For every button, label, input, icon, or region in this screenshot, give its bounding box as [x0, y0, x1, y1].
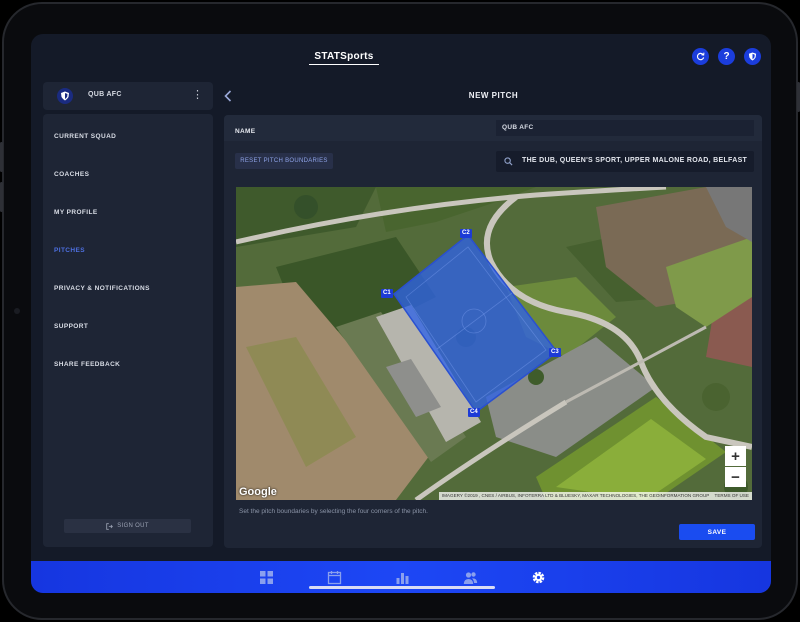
name-row: NAME QUB AFC	[224, 115, 762, 141]
more-vertical-icon[interactable]: ⋮	[192, 88, 203, 102]
sidebar-item-pitches[interactable]: PITCHES	[54, 247, 85, 254]
zoom-in-button[interactable]: +	[725, 446, 746, 466]
sidebar-item-coaches[interactable]: COACHES	[54, 171, 89, 178]
club-selector[interactable]: QUB AFC ⋮	[43, 82, 213, 110]
terms-of-use-link[interactable]: TERMS OF USE	[715, 493, 749, 498]
app-screen: STATSports ? QUB AFC ⋮ CURRENT SQUAD COA…	[31, 34, 771, 593]
help-icon[interactable]: ?	[718, 48, 735, 65]
corner-marker-c2[interactable]: C2	[460, 229, 472, 238]
new-pitch-panel: NAME QUB AFC RESET PITCH BOUNDARIES THE …	[224, 115, 762, 548]
refresh-icon[interactable]	[692, 48, 709, 65]
corner-marker-c1[interactable]: C1	[381, 289, 393, 298]
satellite-map[interactable]: C1 C2 C3 C4 + − Google IMAGERY ©2019 , C…	[236, 187, 752, 500]
settings-gear-icon[interactable]	[531, 570, 546, 585]
statsports-logo: STATSports	[309, 50, 379, 65]
search-icon	[504, 157, 513, 166]
zoom-out-button[interactable]: −	[725, 467, 746, 487]
pitch-name-field[interactable]: QUB AFC	[496, 120, 754, 136]
save-button[interactable]: SAVE	[679, 524, 755, 540]
club-name: QUB AFC	[88, 91, 122, 98]
corner-marker-c4[interactable]: C4	[468, 408, 480, 417]
bottom-tab-bar	[31, 561, 771, 593]
dashboard-grid-icon[interactable]	[259, 570, 274, 585]
back-chevron-icon[interactable]	[224, 89, 232, 105]
sidebar-item-privacy-notifications[interactable]: PRIVACY & NOTIFICATIONS	[54, 285, 150, 292]
club-shield-icon[interactable]	[744, 48, 761, 65]
reset-pitch-boundaries-button[interactable]: RESET PITCH BOUNDARIES	[235, 153, 333, 169]
satellite-imagery	[236, 187, 752, 500]
bar-chart-icon[interactable]	[395, 570, 410, 585]
calendar-icon[interactable]	[327, 570, 342, 585]
settings-sidebar: CURRENT SQUAD COACHES MY PROFILE PITCHES…	[43, 114, 213, 547]
sign-out-icon	[106, 522, 114, 530]
pitch-boundary-hint: Set the pitch boundaries by selecting th…	[239, 508, 428, 515]
home-indicator[interactable]	[309, 586, 495, 589]
front-camera	[14, 308, 20, 314]
header-actions: ?	[692, 48, 761, 65]
corner-marker-c3[interactable]: C3	[549, 348, 561, 357]
sidebar-item-support[interactable]: SUPPORT	[54, 323, 88, 330]
google-logo: Google	[239, 486, 277, 498]
sidebar-item-my-profile[interactable]: MY PROFILE	[54, 209, 98, 216]
map-attribution: IMAGERY ©2019 , CNES / AIRBUS, INFOTERRA…	[438, 492, 752, 500]
page-title: NEW PITCH	[468, 91, 519, 100]
sidebar-item-current-squad[interactable]: CURRENT SQUAD	[54, 133, 116, 140]
sidebar-item-share-feedback[interactable]: SHARE FEEDBACK	[54, 361, 120, 368]
search-value: THE DUB, QUEEN'S SPORT, UPPER MALONE ROA…	[522, 157, 747, 164]
name-label: NAME	[235, 128, 256, 135]
location-search-input[interactable]: THE DUB, QUEEN'S SPORT, UPPER MALONE ROA…	[496, 151, 754, 172]
sign-out-label: SIGN OUT	[117, 523, 149, 529]
team-icon[interactable]	[463, 570, 478, 585]
sign-out-button[interactable]: SIGN OUT	[64, 519, 191, 533]
club-shield-icon	[57, 88, 73, 104]
imagery-credit: IMAGERY ©2019 , CNES / AIRBUS, INFOTERRA…	[441, 493, 710, 498]
